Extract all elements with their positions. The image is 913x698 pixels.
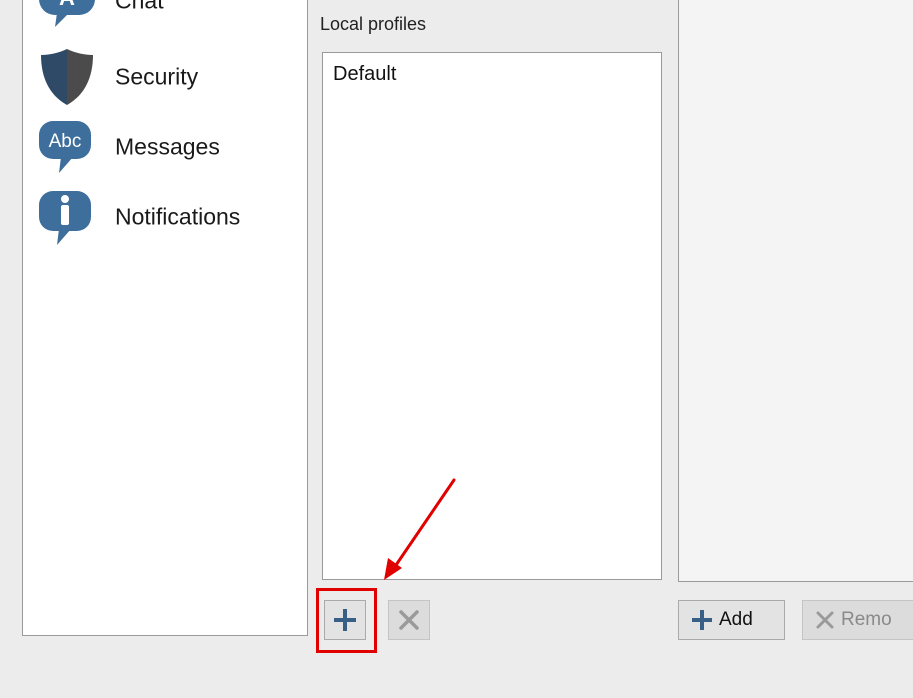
add-button-label: Add	[719, 609, 753, 630]
profile-details-panel	[678, 0, 913, 582]
close-icon	[399, 610, 419, 630]
plus-icon	[692, 610, 712, 630]
remove-profile-button[interactable]	[388, 600, 430, 640]
nav-item-messages[interactable]: Abc Messages	[37, 117, 307, 177]
svg-text:Abc: Abc	[49, 131, 82, 152]
nav-item-label: Security	[115, 63, 199, 90]
local-profiles-heading: Local profiles	[320, 14, 427, 34]
chat-icon: A	[39, 0, 95, 27]
remove-button[interactable]: Remo	[802, 600, 913, 640]
settings-nav: A Chat Security Abc Messages Notificatio…	[22, 0, 308, 636]
info-bubble-icon	[39, 191, 91, 245]
annotation-arrow	[384, 478, 456, 580]
svg-text:A: A	[59, 0, 75, 10]
shield-icon	[41, 49, 93, 105]
close-icon	[816, 611, 834, 629]
nav-item-chat[interactable]: A Chat	[37, 0, 307, 31]
nav-item-label: Notifications	[115, 203, 241, 230]
abc-bubble-icon: Abc	[39, 121, 91, 173]
nav-item-notifications[interactable]: Notifications	[37, 187, 307, 247]
highlight-box	[316, 588, 377, 653]
nav-item-label: Chat	[115, 0, 164, 14]
profile-list-item[interactable]: Default	[333, 63, 396, 86]
nav-item-security[interactable]: Security	[37, 47, 307, 107]
nav-item-label: Messages	[115, 133, 220, 160]
add-button[interactable]: Add	[678, 600, 785, 640]
remove-button-label: Remo	[841, 609, 892, 630]
